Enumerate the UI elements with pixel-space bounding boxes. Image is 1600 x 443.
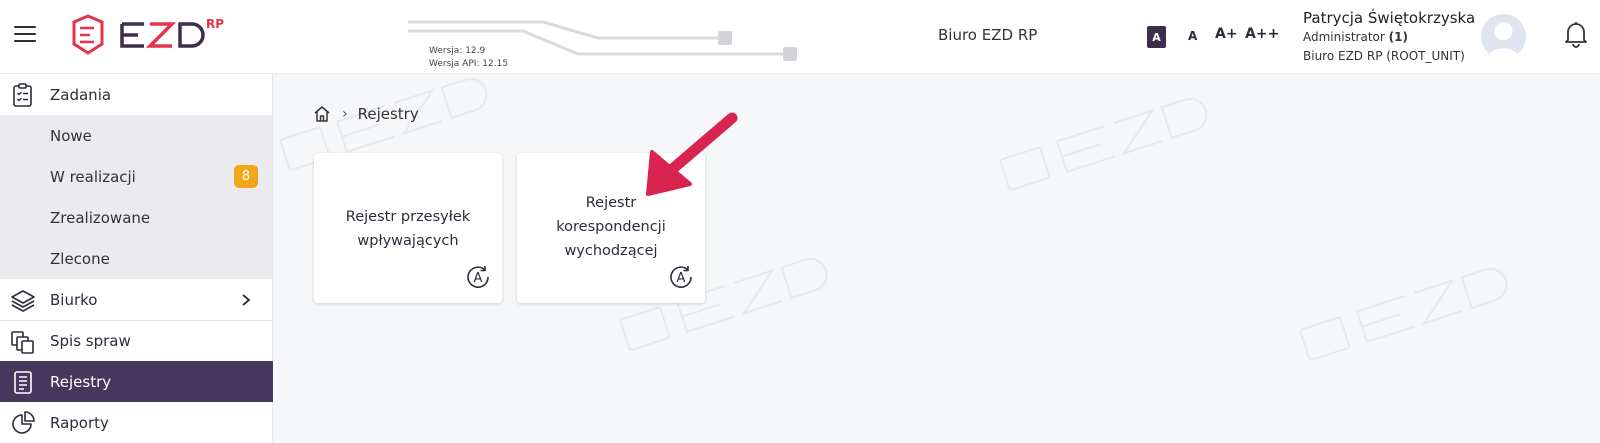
user-silhouette-icon: [1487, 22, 1520, 59]
sidebar-item-spis-spraw[interactable]: Spis spraw: [0, 320, 273, 361]
ezd-rp-logo[interactable]: RP: [68, 12, 238, 58]
sidebar-item-label: Rejestry: [50, 372, 112, 391]
register-icon: [14, 371, 32, 394]
user-role-label: Administrator: [1303, 30, 1385, 44]
sidebar: Zadania Nowe W realizacji 8 Zrealizowane…: [0, 74, 273, 443]
auto-register-icon: A: [670, 266, 692, 288]
font-size-small-button[interactable]: A: [1188, 29, 1197, 43]
home-icon[interactable]: [312, 104, 332, 124]
sidebar-item-label: Biurko: [50, 290, 98, 309]
clipboard-icon: [13, 83, 32, 107]
user-name[interactable]: Patrycja Świętokrzyska: [1303, 9, 1475, 27]
top-bar: RP Wersja: 12.9 Wersja API: 12.15 Biuro …: [0, 0, 1600, 74]
sidebar-item-label: Zadania: [50, 85, 112, 104]
api-version-label: Wersja API: 12.15: [429, 59, 509, 69]
register-card-incoming[interactable]: Rejestr przesyłek wpływających A: [314, 153, 502, 303]
font-size-default-button[interactable]: A: [1147, 26, 1166, 48]
menu-icon[interactable]: [14, 26, 36, 44]
sidebar-item-biurko[interactable]: Biurko: [0, 279, 273, 320]
font-size-xlarge-button[interactable]: A++: [1245, 26, 1279, 42]
breadcrumb-separator: ›: [342, 106, 348, 122]
count-badge: 8: [234, 165, 258, 188]
avatar[interactable]: [1481, 14, 1526, 59]
chevron-right-icon: [242, 293, 251, 306]
sidebar-item-label: Zlecone: [50, 249, 110, 268]
layers-icon: [11, 290, 35, 312]
card-title: Rejestr przesyłek wpływających: [322, 205, 494, 253]
user-role-count: (1): [1388, 30, 1408, 44]
font-size-large-button[interactable]: A+: [1215, 26, 1238, 42]
card-title-line: wpływających: [357, 233, 459, 249]
sidebar-item-label: Raporty: [50, 413, 109, 432]
pie-chart-icon: [12, 411, 35, 434]
bell-icon[interactable]: [1563, 20, 1589, 48]
annotation-arrow-icon: [646, 112, 738, 196]
card-title-line: Rejestr przesyłek: [345, 209, 471, 225]
breadcrumb-current: Rejestry: [357, 105, 419, 123]
sidebar-item-label: Nowe: [50, 126, 92, 145]
sidebar-item-zlecone[interactable]: Zlecone: [0, 238, 273, 279]
sidebar-item-label: Zrealizowane: [50, 208, 151, 227]
office-name: Biuro EZD RP: [938, 26, 1038, 44]
sidebar-item-zadania[interactable]: Zadania: [0, 74, 273, 115]
sidebar-item-label: W realizacji: [50, 167, 136, 186]
user-role: Administrator (1): [1303, 30, 1408, 44]
sidebar-item-w-realizacji[interactable]: W realizacji 8: [0, 156, 273, 197]
sidebar-item-raporty[interactable]: Raporty: [0, 402, 273, 443]
card-title-line: wychodzącej: [564, 243, 658, 259]
svg-text:A: A: [677, 271, 686, 286]
sidebar-item-zrealizowane[interactable]: Zrealizowane: [0, 197, 273, 238]
svg-text:RP: RP: [206, 17, 224, 31]
user-unit: Biuro EZD RP (ROOT_UNIT): [1303, 49, 1465, 63]
version-label: Wersja: 12.9: [429, 46, 486, 56]
sidebar-item-rejestry[interactable]: Rejestry: [0, 361, 273, 402]
sidebar-item-label: Spis spraw: [50, 332, 131, 350]
card-title-line: korespondencji: [556, 219, 666, 235]
sidebar-item-nowe[interactable]: Nowe: [0, 115, 273, 156]
documents-icon: [11, 331, 34, 354]
svg-text:A: A: [474, 271, 483, 286]
breadcrumb: › Rejestry: [312, 104, 419, 124]
auto-register-icon: A: [467, 266, 489, 288]
